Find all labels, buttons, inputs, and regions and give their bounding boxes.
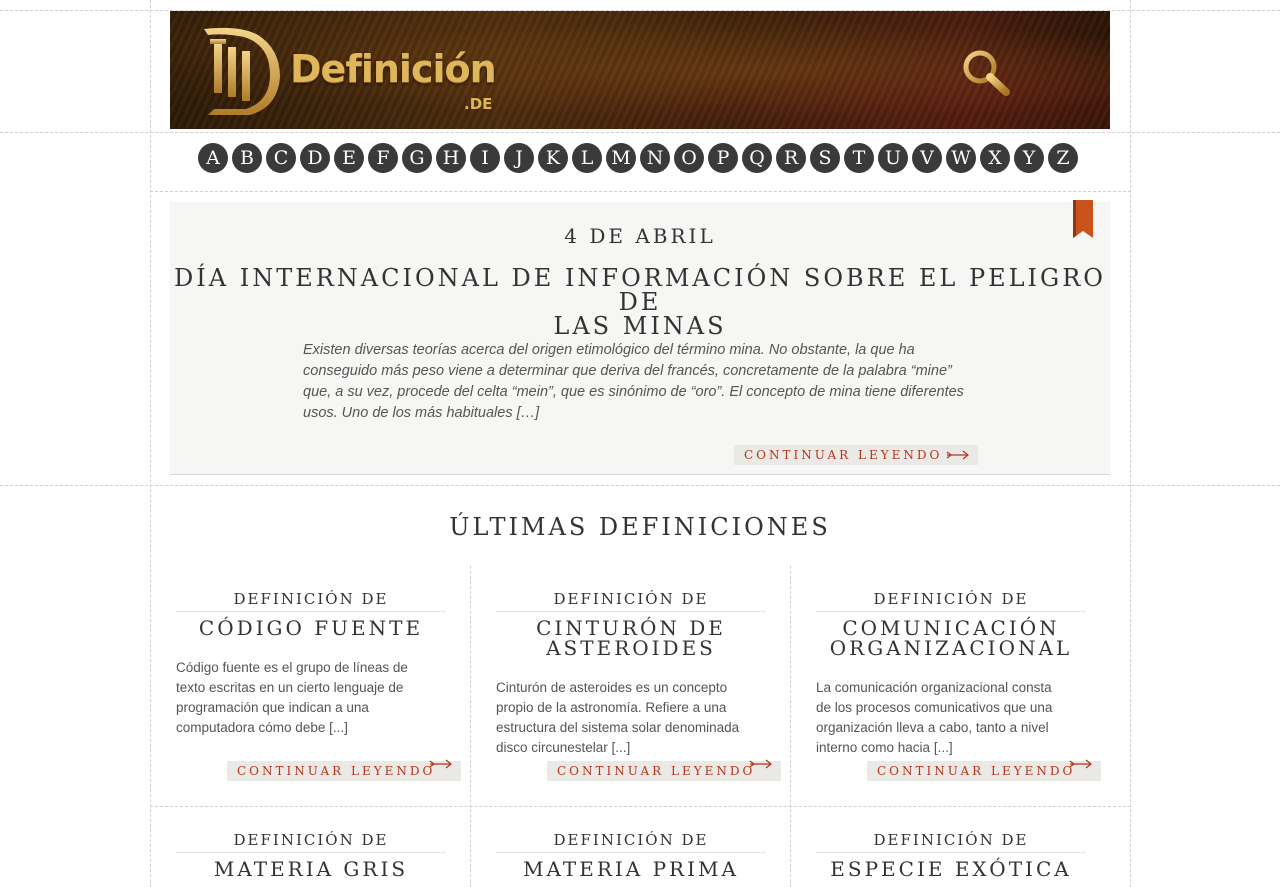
- card-title-line: CINTURÓN DE: [536, 616, 726, 640]
- arrow-right-icon: [946, 450, 969, 460]
- arrow-right-icon: [429, 759, 452, 769]
- featured-title-line: LAS MINAS: [553, 312, 727, 340]
- definition-card: DEFINICIÓN DE COMUNICACIÓN ORGANIZACIONA…: [816, 590, 1086, 758]
- continue-reading-button[interactable]: CONTINUAR LEYENDO: [227, 759, 461, 781]
- letter-l-button[interactable]: L: [572, 143, 602, 173]
- definition-card: DEFINICIÓN DE ESPECIE EXÓTICA: [816, 831, 1086, 879]
- card-excerpt: Cinturón de asteroides es un concepto pr…: [496, 680, 740, 755]
- continue-label: CONTINUAR LEYENDO: [237, 764, 436, 778]
- letter-b-button[interactable]: B: [232, 143, 262, 173]
- featured-excerpt: Existen diversas teorías acerca del orig…: [303, 342, 964, 421]
- logo-mark-icon: [204, 27, 280, 115]
- featured-date: 4 DE ABRIL: [564, 224, 716, 248]
- logo-tld: .DE: [464, 95, 493, 113]
- letter-m-button[interactable]: M: [606, 143, 636, 173]
- definition-card: DEFINICIÓN DE CINTURÓN DE ASTEROIDES Cin…: [496, 590, 766, 758]
- card-title[interactable]: CINTURÓN DE ASTEROIDES: [496, 618, 766, 658]
- card-title[interactable]: MATERIA GRIS: [176, 859, 446, 879]
- card-kicker: DEFINICIÓN DE: [816, 590, 1086, 612]
- card-title[interactable]: CÓDIGO FUENTE: [176, 618, 446, 638]
- definition-card: DEFINICIÓN DE MATERIA GRIS: [176, 831, 446, 879]
- guide-line: [150, 191, 1131, 192]
- card-title-line: ASTEROIDES: [546, 636, 716, 660]
- letter-g-button[interactable]: G: [402, 143, 432, 173]
- column-divider: [470, 566, 471, 887]
- guide-line: [0, 132, 1280, 133]
- definition-card: DEFINICIÓN DE MATERIA PRIMA: [496, 831, 766, 879]
- letter-r-button[interactable]: R: [776, 143, 806, 173]
- card-title[interactable]: COMUNICACIÓN ORGANIZACIONAL: [816, 618, 1086, 658]
- letter-u-button[interactable]: U: [878, 143, 908, 173]
- card-excerpt: Código fuente es el grupo de líneas de t…: [176, 660, 408, 735]
- card-kicker: DEFINICIÓN DE: [496, 831, 766, 853]
- continue-label: CONTINUAR LEYENDO: [877, 764, 1076, 778]
- card-kicker: DEFINICIÓN DE: [176, 831, 446, 853]
- letter-y-button[interactable]: Y: [1014, 143, 1044, 173]
- search-icon[interactable]: [960, 47, 1012, 99]
- letter-h-button[interactable]: H: [436, 143, 466, 173]
- arrow-right-icon: [749, 759, 772, 769]
- letter-a-button[interactable]: A: [198, 143, 228, 173]
- card-title[interactable]: ESPECIE EXÓTICA: [816, 859, 1086, 879]
- letter-i-button[interactable]: I: [470, 143, 500, 173]
- letter-q-button[interactable]: Q: [742, 143, 772, 173]
- card-title[interactable]: MATERIA PRIMA: [496, 859, 766, 879]
- featured-title[interactable]: DÍA INTERNACIONAL DE INFORMACIÓN SOBRE E…: [170, 266, 1110, 338]
- arrow-right-icon: [1069, 759, 1092, 769]
- guide-line: [0, 485, 1280, 486]
- letter-s-button[interactable]: S: [810, 143, 840, 173]
- card-kicker: DEFINICIÓN DE: [176, 590, 446, 612]
- card-title-line: ORGANIZACIONAL: [829, 636, 1073, 660]
- card-kicker: DEFINICIÓN DE: [496, 590, 766, 612]
- card-kicker: DEFINICIÓN DE: [816, 831, 1086, 853]
- letter-e-button[interactable]: E: [334, 143, 364, 173]
- card-title-line: COMUNICACIÓN: [842, 616, 1060, 640]
- guide-line: [1130, 0, 1131, 887]
- card-excerpt: La comunicación organizacional consta de…: [816, 680, 1053, 755]
- header-banner: Definición .DE: [170, 11, 1110, 129]
- letter-c-button[interactable]: C: [266, 143, 296, 173]
- guide-line: [150, 0, 151, 887]
- letter-j-button[interactable]: J: [504, 143, 534, 173]
- continue-label: CONTINUAR LEYENDO: [744, 448, 943, 462]
- letter-x-button[interactable]: X: [980, 143, 1010, 173]
- letter-v-button[interactable]: V: [912, 143, 942, 173]
- letter-w-button[interactable]: W: [946, 143, 976, 173]
- continue-label: CONTINUAR LEYENDO: [557, 764, 756, 778]
- letter-t-button[interactable]: T: [844, 143, 874, 173]
- letter-d-button[interactable]: D: [300, 143, 330, 173]
- letter-f-button[interactable]: F: [368, 143, 398, 173]
- letter-z-button[interactable]: Z: [1048, 143, 1078, 173]
- section-title: ÚLTIMAS DEFINICIONES: [449, 513, 831, 541]
- featured-day: 4 DE ABRIL DÍA INTERNACIONAL DE INFORMAC…: [170, 200, 1110, 475]
- letter-p-button[interactable]: P: [708, 143, 738, 173]
- letter-o-button[interactable]: O: [674, 143, 704, 173]
- site-logo[interactable]: Definición .DE: [200, 25, 500, 117]
- letter-k-button[interactable]: K: [538, 143, 568, 173]
- definition-card: DEFINICIÓN DE CÓDIGO FUENTE Código fuent…: [176, 590, 446, 738]
- guide-line: [150, 806, 1131, 807]
- letter-n-button[interactable]: N: [640, 143, 670, 173]
- continue-reading-button[interactable]: CONTINUAR LEYENDO: [547, 759, 781, 781]
- continue-reading-button[interactable]: CONTINUAR LEYENDO: [867, 759, 1101, 781]
- column-divider: [790, 566, 791, 887]
- continue-reading-button[interactable]: CONTINUAR LEYENDO: [734, 445, 978, 465]
- featured-title-line: DÍA INTERNACIONAL DE INFORMACIÓN SOBRE E…: [174, 264, 1106, 316]
- logo-wordmark: Definición: [290, 47, 497, 91]
